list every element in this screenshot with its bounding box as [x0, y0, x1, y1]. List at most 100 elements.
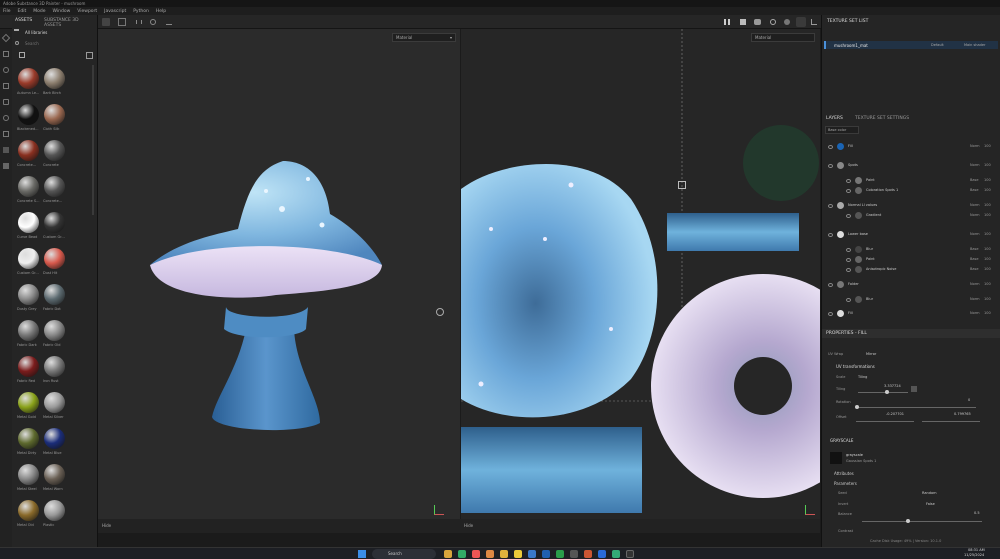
layout-single-icon[interactable] — [102, 18, 110, 26]
app-icon-10[interactable] — [584, 550, 592, 558]
asset-thumbnail[interactable] — [18, 320, 39, 341]
layer-blend[interactable]: Norm — [970, 163, 980, 167]
library-label[interactable]: All libraries — [25, 30, 47, 35]
library-toggle-icon[interactable] — [14, 29, 19, 32]
layer-opacity[interactable]: 100 — [984, 267, 991, 271]
app-icon-2[interactable] — [458, 550, 466, 558]
layer-opacity[interactable]: 100 — [984, 297, 991, 301]
viewport-2d-label[interactable]: Hide — [464, 523, 473, 528]
layer-blend[interactable]: Norm — [970, 232, 980, 236]
taskbar-search[interactable]: Search — [372, 549, 436, 559]
parameters-section[interactable]: Parameters — [834, 481, 857, 486]
tab-assets[interactable]: ASSETS — [15, 18, 32, 23]
asset-thumbnail[interactable] — [44, 500, 65, 521]
visibility-eye-icon[interactable] — [846, 248, 851, 252]
asset-thumbnail[interactable] — [18, 140, 39, 161]
clock-time[interactable]: 08:31 AM — [968, 548, 985, 552]
layer-opacity[interactable]: 100 — [984, 203, 991, 207]
layout-grid-icon[interactable] — [118, 18, 126, 26]
visibility-eye-icon[interactable] — [846, 214, 851, 218]
layer-opacity[interactable]: 100 — [984, 247, 991, 251]
app-icon-8[interactable] — [556, 550, 564, 558]
pause-icon[interactable] — [724, 19, 730, 25]
export-icon[interactable] — [166, 19, 172, 25]
asset-thumbnail[interactable] — [18, 68, 39, 89]
folder-icon[interactable] — [500, 550, 508, 558]
tab-substance-assets[interactable]: SUBSTANCE 3D ASSETS — [44, 18, 97, 28]
visibility-eye-icon[interactable] — [828, 233, 833, 237]
rotation-value[interactable]: 0 — [968, 398, 970, 402]
layer-opacity[interactable]: 100 — [984, 213, 991, 217]
shelf-icon[interactable] — [3, 163, 9, 169]
filter-icon[interactable] — [19, 52, 25, 58]
uv-transform-title[interactable]: UV transformations — [836, 364, 875, 369]
paint-brush-icon[interactable] — [1, 33, 11, 43]
lock-icon[interactable] — [911, 386, 917, 392]
tab-layers[interactable]: LAYERS — [826, 116, 843, 121]
asset-thumbnail[interactable] — [44, 320, 65, 341]
asset-search-input[interactable] — [25, 40, 85, 47]
geometry-fill-icon[interactable] — [3, 83, 9, 89]
fit-icon[interactable] — [136, 20, 142, 24]
offset-x-slider[interactable] — [856, 421, 914, 422]
app-icon-12[interactable] — [612, 550, 620, 558]
layer-blend[interactable]: Base — [970, 257, 979, 261]
asset-thumbnail[interactable] — [44, 356, 65, 377]
layer-blend[interactable]: Norm — [970, 311, 980, 315]
layer-blend[interactable]: Norm — [970, 282, 980, 286]
visibility-eye-icon[interactable] — [828, 204, 833, 208]
visibility-eye-icon[interactable] — [846, 268, 851, 272]
viewport-3d[interactable]: Material ▾ — [98, 29, 460, 533]
attributes-section[interactable]: Attributes — [834, 471, 854, 476]
param-1-value[interactable]: Random — [922, 491, 937, 495]
layer-row[interactable]: Paint Base 100 — [824, 176, 991, 186]
menu-help[interactable]: Help — [156, 9, 166, 14]
scale-value[interactable]: Tiling — [858, 375, 867, 379]
layer-opacity[interactable]: 100 — [984, 311, 991, 315]
asset-thumbnail[interactable] — [18, 428, 39, 449]
tab-texture-set-settings[interactable]: TEXTURE SET SETTINGS — [855, 116, 909, 121]
rotation-slider-knob[interactable] — [855, 405, 859, 409]
uv-wrap-value[interactable]: Mirror — [866, 352, 876, 356]
app-icon-11[interactable] — [598, 550, 606, 558]
asset-scrollbar[interactable] — [92, 65, 94, 215]
asset-thumbnail[interactable] — [18, 104, 39, 125]
layer-row[interactable]: Normal Ll values Norm 100 — [824, 201, 991, 211]
layer-row[interactable]: Fill Norm 100 — [824, 142, 991, 152]
menu-viewport[interactable]: Viewport — [77, 9, 97, 14]
asset-thumbnail[interactable] — [18, 392, 39, 413]
visibility-eye-icon[interactable] — [846, 189, 851, 193]
visibility-eye-icon[interactable] — [828, 283, 833, 287]
layer-blend[interactable]: Base — [970, 178, 979, 182]
app-icon-1[interactable] — [444, 550, 452, 558]
picker-icon[interactable] — [3, 131, 9, 137]
menu-file[interactable]: File — [3, 9, 11, 14]
projection-icon[interactable] — [3, 67, 9, 73]
grayscale-section[interactable]: GRAYSCALE — [830, 438, 853, 443]
visibility-eye-icon[interactable] — [828, 312, 833, 316]
asset-thumbnail[interactable] — [44, 176, 65, 197]
param-3-slider[interactable] — [862, 521, 982, 522]
grayscale-thumbnail[interactable] — [830, 452, 842, 464]
layer-opacity[interactable]: 100 — [984, 257, 991, 261]
asset-thumbnail[interactable] — [44, 104, 65, 125]
camera-icon[interactable] — [754, 19, 761, 25]
asset-thumbnail[interactable] — [18, 464, 39, 485]
visibility-eye-icon[interactable] — [846, 179, 851, 183]
layer-blend[interactable]: Norm — [970, 213, 980, 217]
tiling-slider[interactable] — [858, 392, 908, 393]
app-icon-6[interactable] — [528, 550, 536, 558]
uv-wrap-row[interactable]: UV Wrap Mirror — [826, 351, 996, 358]
display-icon[interactable] — [770, 19, 776, 25]
paint-mode-icon[interactable] — [796, 17, 806, 27]
layer-opacity[interactable]: 100 — [984, 163, 991, 167]
grid-view-icon[interactable] — [86, 52, 93, 59]
pivot-handle-icon[interactable] — [678, 181, 686, 189]
offset-y-slider[interactable] — [922, 421, 980, 422]
asset-thumbnail[interactable] — [44, 68, 65, 89]
layer-blend[interactable]: Norm — [970, 144, 980, 148]
layer-blend[interactable]: Norm — [970, 297, 980, 301]
layer-opacity[interactable]: 100 — [984, 282, 991, 286]
clock-date[interactable]: 11/25/2024 — [964, 553, 984, 557]
texture-set-row[interactable]: mushroom1_mat Default Main shader — [824, 41, 998, 49]
